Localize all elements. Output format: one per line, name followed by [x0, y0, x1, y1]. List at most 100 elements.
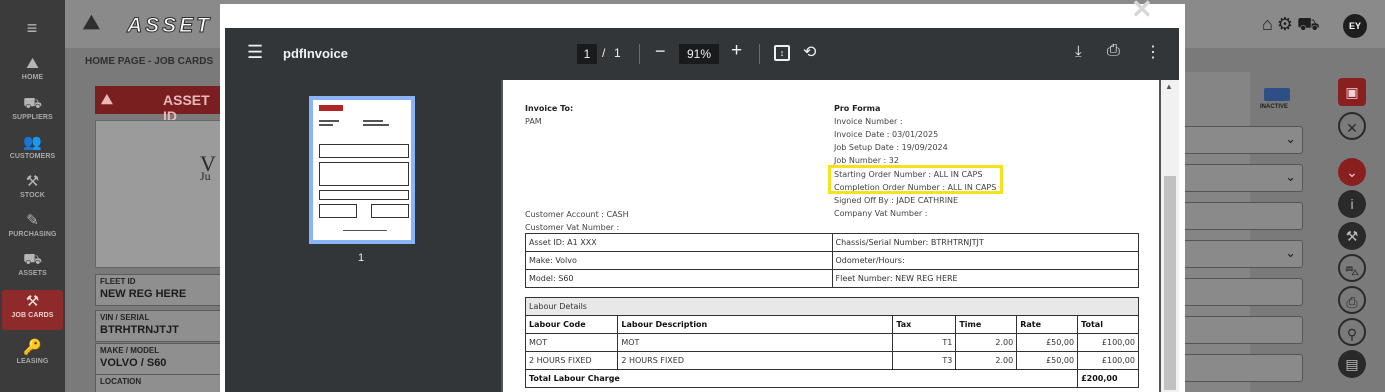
table-header: Labour Code: [524, 315, 619, 334]
dropdown-3[interactable]: ⌄: [1183, 240, 1303, 268]
home-icon: ⛰: [26, 55, 39, 72]
table-cell: Asset ID: A1 XXX: [525, 233, 833, 252]
sidebar-item-home[interactable]: ⛰ HOME: [0, 54, 65, 90]
signed-off-by: Signed Off By : JADE CATHRINE: [834, 196, 959, 205]
toggle-switch[interactable]: [1264, 88, 1290, 101]
table-cell: MOT: [524, 333, 619, 352]
field-label: FLEET ID: [100, 277, 136, 286]
table-cell: 2 HOURS FIXED: [617, 351, 894, 370]
thumb-line: [319, 124, 333, 126]
pdf-viewer: ☰ pdfInvoice 1 / 1 − 91% + ↕ ⟲ ⤓ ⎙ ⋮ 1 I…: [225, 28, 1179, 392]
company-vat-number: Company Vat Number :: [834, 209, 928, 218]
field-fleet-id[interactable]: FLEET ID NEW REG HERE: [95, 274, 225, 306]
cart-icon[interactable]: ⛍: [1338, 254, 1366, 282]
hamburger-menu-icon[interactable]: ≡: [22, 19, 42, 37]
field-vin-serial[interactable]: VIN / SERIAL BTRHTRNJTJT: [95, 310, 225, 342]
zoom-input[interactable]: 91%: [679, 44, 719, 64]
field-value: NEW REG HERE: [100, 288, 187, 300]
page-input[interactable]: 1: [577, 44, 597, 64]
asset-id-banner: ⛰ ASSET ID: [95, 86, 225, 124]
logo-text: ASSET: [126, 14, 213, 38]
avatar[interactable]: EY: [1343, 14, 1367, 38]
input-box-1[interactable]: [1183, 202, 1303, 230]
invoice-number: Invoice Number :: [834, 117, 903, 126]
table-row: Make: Volvo Odometer/Hours:: [525, 251, 1139, 270]
sidebar-item-purchasing[interactable]: ✎ PURCHASING: [0, 211, 65, 247]
dropdown-1[interactable]: ⌄: [1183, 126, 1303, 154]
close-icon[interactable]: ✕: [1131, 0, 1153, 25]
invoice-date: Invoice Date : 03/01/2025: [834, 130, 939, 139]
field-label: VIN / SERIAL: [100, 313, 150, 322]
pdf-title: pdfInvoice: [283, 46, 349, 61]
inactive-toggle[interactable]: INACTIVE: [1258, 88, 1298, 114]
thumbnail-page-number: 1: [358, 252, 365, 264]
sidebar-item-leasing[interactable]: 🔑 LEASING: [0, 338, 65, 374]
sidebar-item-job-cards[interactable]: ⚒ JOB CARDS: [2, 290, 63, 330]
labour-details-table: Labour Details Labour Code Labour Descrip…: [524, 297, 1139, 388]
scrollbar-thumb[interactable]: [1164, 176, 1176, 390]
table-cell: 2.00: [955, 333, 1018, 352]
input-box-3[interactable]: [1183, 316, 1303, 344]
dropdown-2[interactable]: ⌄: [1183, 164, 1303, 192]
assets-icon: ⛟: [23, 251, 42, 268]
sidebar-item-suppliers[interactable]: ⛟ SUPPLIERS: [0, 94, 65, 130]
home-icon[interactable]: ⌂: [1262, 14, 1273, 34]
scroll-up-icon[interactable]: ▲: [1165, 82, 1173, 91]
sidebar-item-assets[interactable]: ⛟ ASSETS: [0, 250, 65, 286]
input-box-4[interactable]: [1183, 354, 1303, 382]
truck-icon[interactable]: ⛟: [1297, 14, 1320, 34]
document-icon[interactable]: ▤: [1338, 350, 1366, 378]
sidebar-item-label: ASSETS: [18, 270, 47, 277]
table-cell: Fleet Number: NEW REG HERE: [831, 269, 1139, 288]
toolbar-divider: [759, 44, 760, 64]
cancel-icon[interactable]: ✕: [1338, 112, 1366, 140]
total-labour-value: £200,00: [1077, 369, 1139, 388]
table-row: MOT MOT T1 2.00 £50,00 £100,00: [524, 333, 1139, 352]
suppliers-icon: ⛟: [23, 95, 42, 112]
main-sidebar: ≡ ⛰ HOME ⛟ SUPPLIERS 👥 CUSTOMERS ⚒ STOCK ✎ PURCHA…: [0, 0, 65, 392]
labour-section-title: Labour Details: [525, 297, 1139, 316]
breadcrumb: HOME PAGE - JOB CARDS: [85, 56, 214, 67]
scrollbar[interactable]: ▲: [1161, 80, 1179, 392]
photo-subtext: Ju: [200, 169, 211, 183]
field-location[interactable]: LOCATION: [95, 374, 225, 392]
fit-page-icon[interactable]: ↕: [774, 45, 790, 61]
customer-account: Customer Account : CASH: [525, 210, 629, 219]
zoom-in-icon[interactable]: +: [731, 40, 742, 62]
sidebar-item-stock[interactable]: ⚒ STOCK: [0, 172, 65, 208]
gear-icon[interactable]: ⚙: [1277, 14, 1293, 34]
table-cell: Model: S60: [525, 269, 833, 288]
save-icon[interactable]: ▣: [1338, 78, 1366, 106]
zoom-out-icon[interactable]: −: [655, 41, 666, 62]
search-icon[interactable]: ⚲: [1338, 318, 1366, 346]
download-icon[interactable]: ⤓: [1075, 43, 1082, 60]
more-options-icon[interactable]: ⋮: [1145, 42, 1161, 62]
chevron-down-icon: ⌄: [1285, 245, 1296, 260]
tools-icon[interactable]: ⚒: [1338, 222, 1366, 250]
info-icon[interactable]: i: [1338, 190, 1366, 218]
sidebar-item-label: HOME: [21, 74, 44, 81]
table-cell: £100,00: [1077, 351, 1139, 370]
highlight-box: [828, 165, 1003, 194]
sidebar-item-label: CUSTOMERS: [9, 153, 56, 160]
invoice-page: Invoice To: PAM Pro Forma Invoice Number…: [503, 80, 1159, 392]
input-box-2[interactable]: [1183, 278, 1303, 306]
job-setup-date: Job Setup Date : 19/09/2024: [834, 143, 948, 152]
page-area: Invoice To: PAM Pro Forma Invoice Number…: [501, 80, 1179, 392]
table-row: Model: S60 Fleet Number: NEW REG HERE: [525, 269, 1139, 288]
table-cell: £50,00: [1016, 333, 1079, 352]
thumb-line: [363, 124, 389, 126]
thumb-table: [319, 204, 357, 218]
page-thumbnail[interactable]: [309, 96, 415, 244]
collapse-icon[interactable]: ⌄: [1338, 158, 1366, 186]
menu-icon[interactable]: ☰: [247, 42, 263, 63]
rotate-icon[interactable]: ⟲: [803, 42, 816, 62]
page-separator: /: [602, 46, 606, 60]
sidebar-item-customers[interactable]: 👥 CUSTOMERS: [0, 133, 65, 169]
job-number: Job Number : 32: [834, 156, 899, 165]
toolbar-divider: [639, 44, 640, 64]
top-icons: ⌂ ⚙ ⛟: [1262, 14, 1324, 38]
print-icon[interactable]: ⎙: [1107, 42, 1120, 60]
field-make-model[interactable]: MAKE / MODEL VOLVO / S60: [95, 343, 225, 375]
print-icon[interactable]: ⎙: [1338, 286, 1366, 314]
